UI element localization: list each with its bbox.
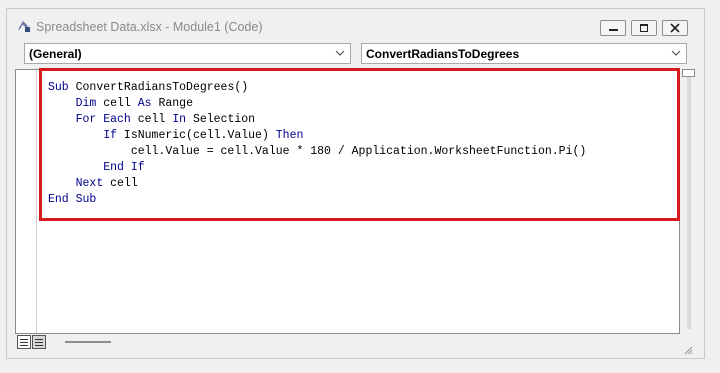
vba-code-window: Spreadsheet Data.xlsx - Module1 (Code) (… — [6, 8, 705, 359]
scrollbar-track[interactable] — [687, 77, 691, 329]
close-icon — [670, 23, 680, 33]
full-module-view-button[interactable] — [32, 335, 46, 349]
bottom-bar — [15, 334, 680, 355]
object-dropdown-value: (General) — [29, 47, 82, 61]
window-title: Spreadsheet Data.xlsx - Module1 (Code) — [36, 20, 263, 34]
full-module-view-icon — [35, 345, 43, 346]
maximize-button[interactable] — [631, 20, 657, 36]
object-dropdown[interactable]: (General) — [24, 43, 351, 64]
procedure-dropdown-value: ConvertRadiansToDegrees — [366, 47, 520, 61]
vertical-scrollbar[interactable] — [680, 69, 697, 355]
chevron-down-icon[interactable] — [670, 47, 682, 59]
procedure-view-icon — [20, 345, 28, 346]
procedure-view-icon — [20, 339, 28, 340]
margin-indicator-bar[interactable] — [16, 70, 37, 333]
full-module-view-icon — [35, 339, 43, 340]
close-button[interactable] — [662, 20, 688, 36]
full-module-view-icon — [35, 342, 43, 343]
procedure-view-button[interactable] — [17, 335, 31, 349]
vba-module-icon — [18, 21, 30, 32]
procedure-view-icon — [20, 342, 28, 343]
title-bar[interactable]: Spreadsheet Data.xlsx - Module1 (Code) — [7, 9, 704, 41]
procedure-dropdown[interactable]: ConvertRadiansToDegrees — [361, 43, 687, 64]
scrollbar-thumb[interactable] — [682, 69, 695, 77]
resize-grip-icon[interactable] — [681, 343, 693, 355]
minimize-button[interactable] — [600, 20, 626, 36]
horizontal-scrollbar[interactable] — [65, 341, 111, 343]
highlight-box — [39, 68, 680, 221]
chevron-down-icon[interactable] — [334, 47, 346, 59]
